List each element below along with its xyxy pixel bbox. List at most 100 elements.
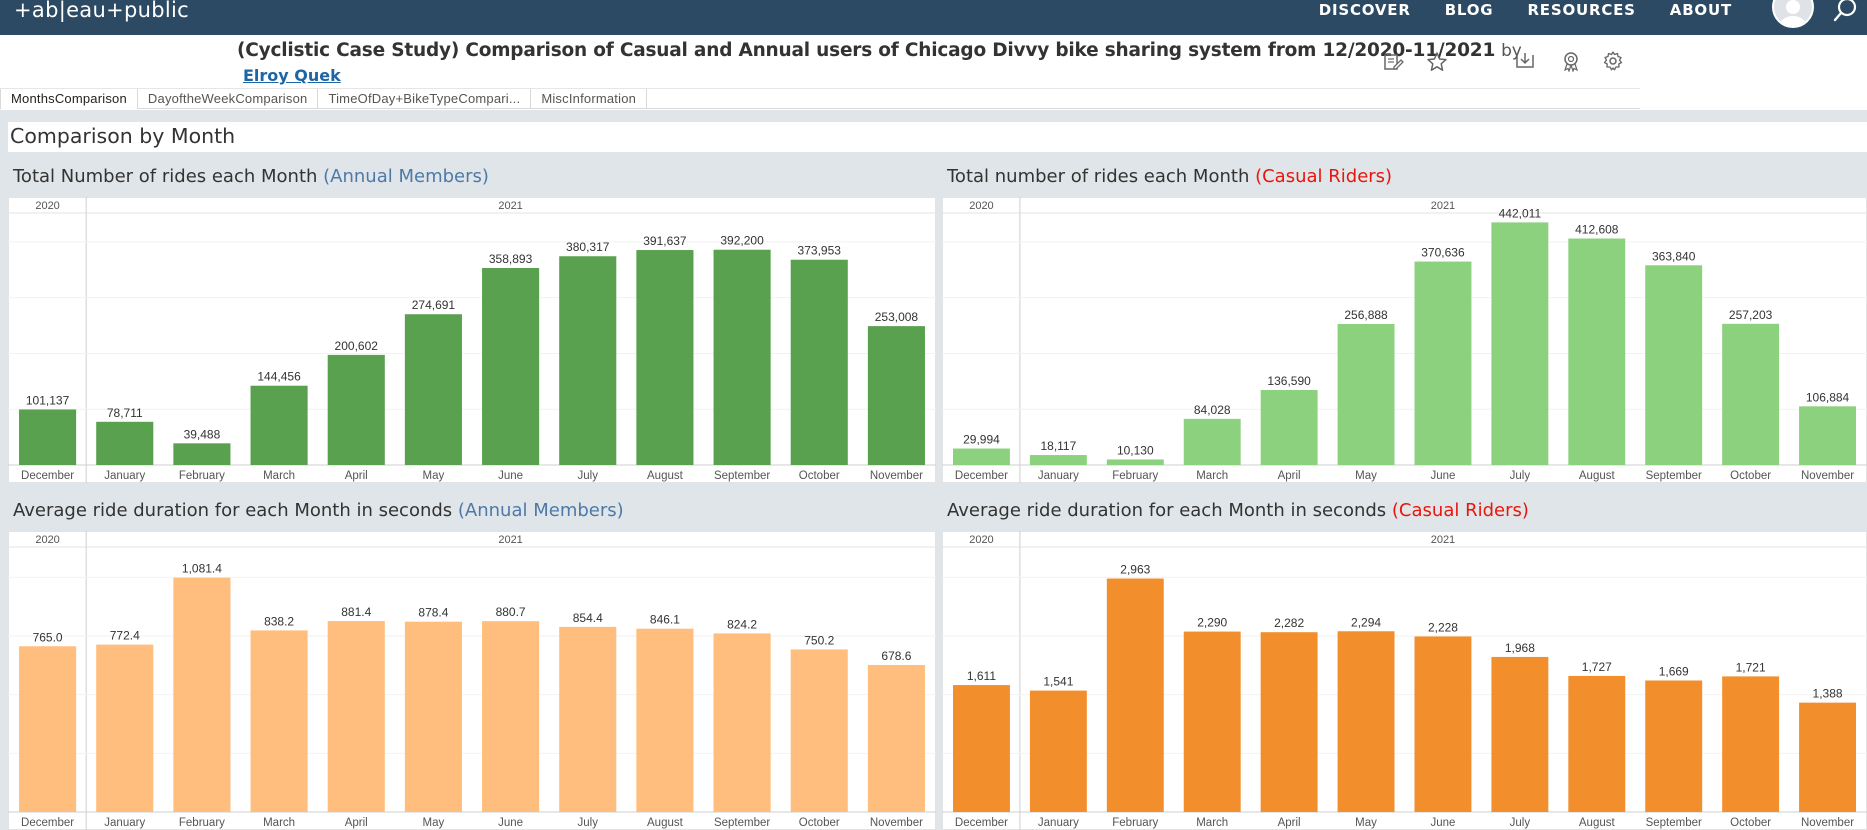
tab-misc-information[interactable]: MiscInformation xyxy=(531,89,648,109)
bar[interactable] xyxy=(1029,455,1087,465)
bar[interactable] xyxy=(250,385,308,465)
x-tick-label: April xyxy=(345,817,368,829)
bar[interactable] xyxy=(173,443,231,465)
data-label: 373,953 xyxy=(798,244,842,258)
tab-day-of-week-comparison[interactable]: DayoftheWeekComparison xyxy=(138,89,319,109)
bar[interactable] xyxy=(1337,323,1395,465)
year-header: 2020 xyxy=(969,534,993,546)
bar[interactable] xyxy=(96,421,154,465)
x-tick-label: August xyxy=(1579,470,1616,482)
bar[interactable] xyxy=(1260,390,1318,465)
settings-gear-icon[interactable] xyxy=(1602,50,1624,72)
tab-months-comparison[interactable]: MonthsComparison xyxy=(0,89,138,109)
bar[interactable] xyxy=(952,685,1010,812)
bar[interactable] xyxy=(636,628,694,812)
download-icon[interactable] xyxy=(1514,50,1536,72)
bar[interactable] xyxy=(713,249,771,465)
bar[interactable] xyxy=(1722,676,1780,812)
data-label: 200,602 xyxy=(335,339,379,353)
user-avatar[interactable] xyxy=(1772,0,1814,28)
data-label: 257,203 xyxy=(1729,308,1773,322)
bar[interactable] xyxy=(952,448,1010,465)
bar[interactable] xyxy=(1414,261,1472,465)
tab-time-of-day-bike-type[interactable]: TimeOfDay+BikeTypeCompari... xyxy=(318,89,532,109)
chart-title-main: Average ride duration for each Month in … xyxy=(947,500,1387,521)
x-tick-label: May xyxy=(423,817,445,829)
bar[interactable] xyxy=(404,621,462,812)
author-link[interactable]: Elroy Quek xyxy=(243,66,341,85)
chart-title-main: Total number of rides each Month xyxy=(947,166,1250,187)
bar[interactable] xyxy=(482,268,540,465)
bar[interactable] xyxy=(173,577,231,812)
bar[interactable] xyxy=(1183,418,1241,465)
x-tick-label: January xyxy=(104,470,145,482)
data-label: 391,637 xyxy=(643,234,687,248)
data-label: 2,294 xyxy=(1351,615,1381,629)
bar[interactable] xyxy=(19,646,77,812)
bar[interactable] xyxy=(1260,632,1318,812)
bar[interactable] xyxy=(636,250,694,465)
data-label: 1,669 xyxy=(1659,665,1689,679)
bar[interactable] xyxy=(713,633,771,812)
dashboard-title: Comparison by Month xyxy=(8,122,1867,152)
search-icon[interactable] xyxy=(1832,0,1862,26)
bar[interactable] xyxy=(1337,631,1395,812)
x-tick-label: December xyxy=(955,470,1008,482)
bar[interactable] xyxy=(482,621,540,812)
data-label: 256,888 xyxy=(1344,308,1388,322)
bar[interactable] xyxy=(1722,323,1780,465)
bar[interactable] xyxy=(867,664,925,812)
data-label: 878.4 xyxy=(418,606,448,620)
nav-link-about[interactable]: ABOUT xyxy=(1670,1,1732,19)
chart-title-tag: (Casual Riders) xyxy=(1255,166,1393,187)
bar[interactable] xyxy=(250,630,308,812)
bar[interactable] xyxy=(1106,578,1164,812)
data-label: 1,611 xyxy=(967,669,996,683)
bar[interactable] xyxy=(1568,238,1626,465)
bar[interactable] xyxy=(867,326,925,465)
bar[interactable] xyxy=(1568,675,1626,812)
bar[interactable] xyxy=(1799,406,1857,465)
bar[interactable] xyxy=(1414,636,1472,812)
bar[interactable] xyxy=(96,644,154,812)
data-label: 824.2 xyxy=(727,617,757,631)
bar[interactable] xyxy=(1645,680,1703,812)
bar[interactable] xyxy=(1799,702,1857,812)
bar[interactable] xyxy=(790,259,848,465)
data-label: 750.2 xyxy=(804,633,834,647)
bar[interactable] xyxy=(1645,265,1703,465)
x-tick-label: May xyxy=(423,470,445,482)
bar[interactable] xyxy=(327,354,385,465)
x-tick-label: August xyxy=(647,817,684,829)
edit-icon[interactable] xyxy=(1382,51,1404,73)
year-header: 2021 xyxy=(1431,534,1455,546)
tableau-public-logo[interactable]: +ab|eau+public xyxy=(14,0,189,22)
favorite-star-icon[interactable] xyxy=(1426,51,1448,73)
nav-link-discover[interactable]: DISCOVER xyxy=(1319,1,1411,19)
bar[interactable] xyxy=(19,409,77,465)
bar[interactable] xyxy=(1491,222,1549,465)
year-header: 2020 xyxy=(35,534,59,546)
bar[interactable] xyxy=(404,314,462,465)
bar[interactable] xyxy=(1491,656,1549,812)
bar[interactable] xyxy=(1183,631,1241,812)
bar-chart: 2020 2021 1,611 December 1,541 January 2,963 Fe… xyxy=(942,531,1867,830)
bar[interactable] xyxy=(559,626,617,812)
x-tick-label: November xyxy=(870,817,923,829)
x-tick-label: December xyxy=(21,817,74,829)
year-header: 2020 xyxy=(969,200,993,212)
x-tick-label: September xyxy=(714,470,770,482)
bar[interactable] xyxy=(559,256,617,465)
year-header: 2020 xyxy=(35,200,59,212)
bar[interactable] xyxy=(1106,459,1164,465)
data-label: 39,488 xyxy=(184,427,221,441)
bar[interactable] xyxy=(790,649,848,812)
nav-link-blog[interactable]: BLOG xyxy=(1445,1,1494,19)
nav-link-resources[interactable]: RESOURCES xyxy=(1527,1,1635,19)
data-label: 2,282 xyxy=(1274,616,1304,630)
year-header: 2021 xyxy=(498,534,522,546)
chart-title: Average ride duration for each Month in … xyxy=(947,500,1529,521)
bar[interactable] xyxy=(1029,690,1087,812)
bar[interactable] xyxy=(327,621,385,812)
badge-icon[interactable] xyxy=(1560,50,1582,72)
